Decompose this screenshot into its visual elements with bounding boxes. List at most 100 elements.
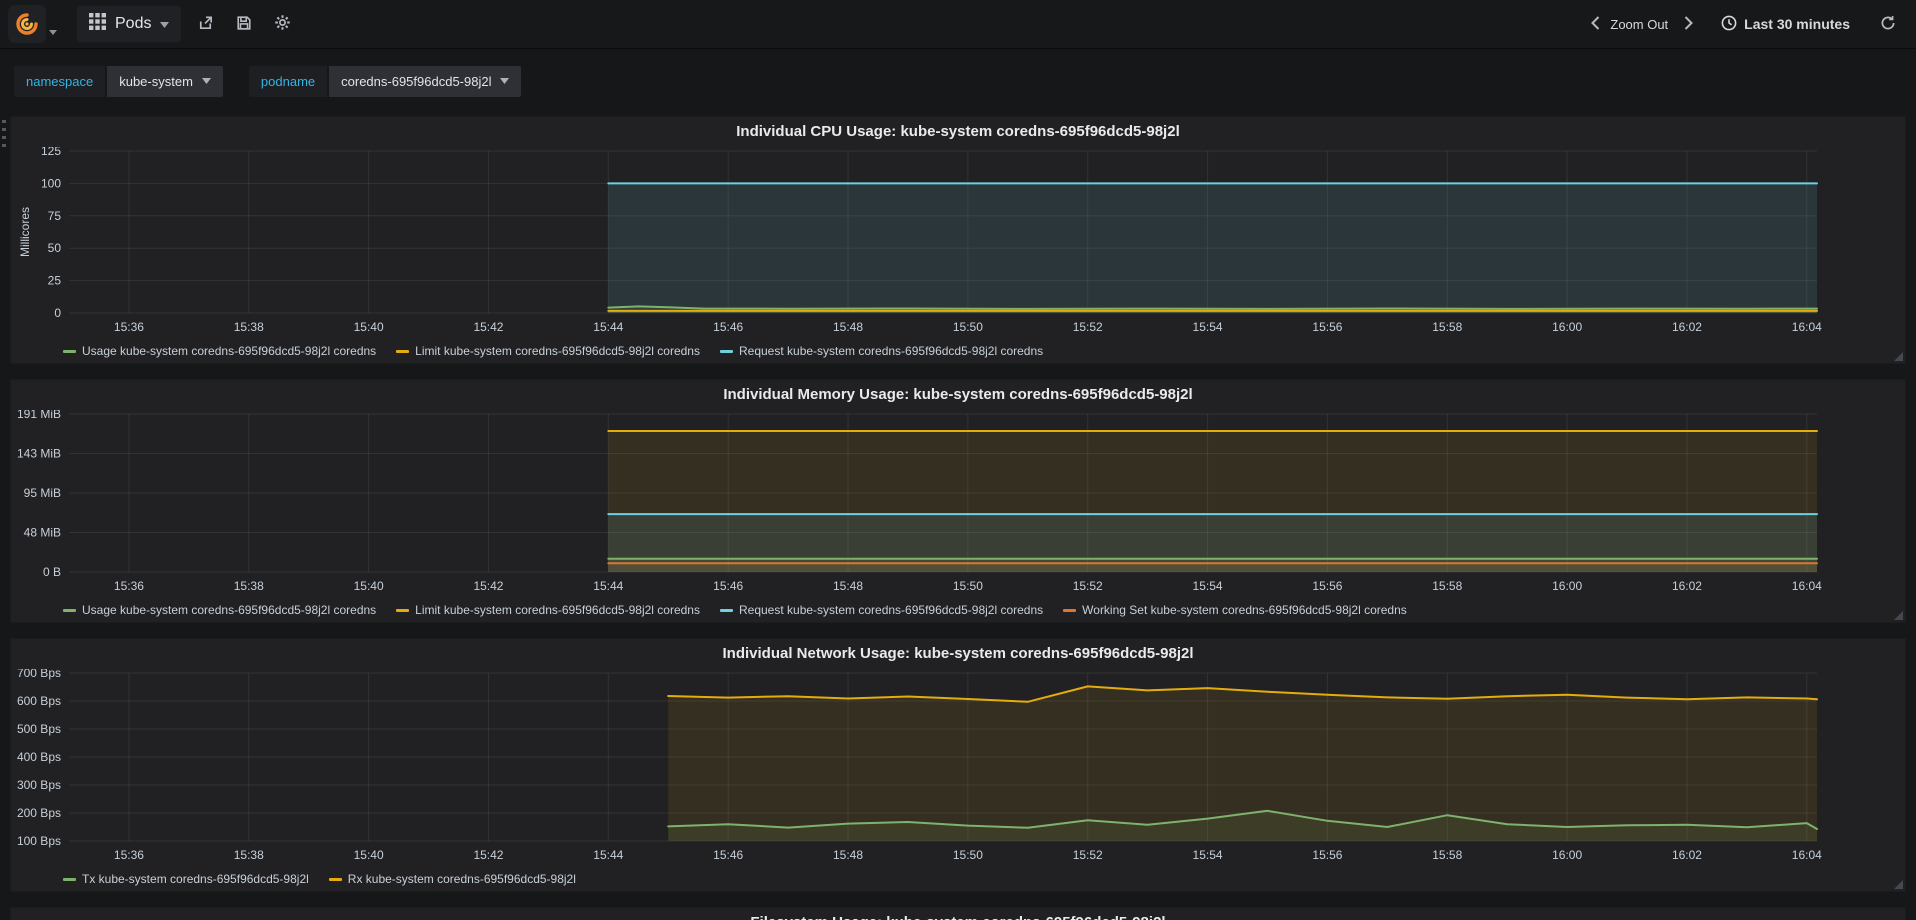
- time-range-picker[interactable]: Last 30 minutes: [1713, 9, 1858, 40]
- cpu-usage-chart[interactable]: 15:36 15:38 15:40 15:42 15:44 15:46 15:48 15:50…: [17, 147, 1889, 339]
- y-tick-label: 700 Bps: [17, 669, 61, 680]
- x-tick-label: 16:00: [1552, 848, 1582, 862]
- refresh-button[interactable]: [1874, 9, 1902, 40]
- x-tick-label: 15:56: [1312, 579, 1342, 593]
- legend-series-name: Usage kube-system coredns-695f96dcd5-98j…: [82, 603, 377, 617]
- refresh-icon: [1880, 15, 1896, 34]
- panel-title[interactable]: Individual CPU Usage: kube-system coredn…: [17, 117, 1899, 147]
- x-tick-label: 15:48: [833, 579, 863, 593]
- share-icon: [197, 14, 214, 34]
- legend-item[interactable]: Limit kube-system coredns-695f96dcd5-98j…: [396, 344, 700, 358]
- chart-legend: Usage kube-system coredns-695f96dcd5-98j…: [17, 339, 1899, 363]
- legend-series-swatch: [328, 877, 342, 881]
- legend-series-swatch: [719, 349, 733, 353]
- x-tick-label: 15:58: [1432, 320, 1462, 334]
- x-tick-label: 15:36: [114, 848, 144, 862]
- x-tick-label: 15:52: [1073, 848, 1103, 862]
- panel-title[interactable]: Individual Network Usage: kube-system co…: [17, 639, 1899, 669]
- legend-item[interactable]: Tx kube-system coredns-695f96dcd5-98j2l: [63, 872, 309, 886]
- y-tick-label: 0 B: [43, 565, 61, 579]
- y-tick-label: 100 Bps: [17, 834, 61, 848]
- x-tick-label: 15:58: [1432, 848, 1462, 862]
- legend-series-name: Rx kube-system coredns-695f96dcd5-98j2l: [347, 872, 576, 886]
- save-button[interactable]: [230, 9, 258, 40]
- panel-title[interactable]: Filesystem Usage: kube-system coredns-69…: [17, 908, 1899, 920]
- legend-item[interactable]: Request kube-system coredns-695f96dcd5-9…: [719, 603, 1043, 617]
- panel-title[interactable]: Individual Memory Usage: kube-system cor…: [17, 380, 1899, 410]
- x-tick-label: 15:40: [354, 579, 384, 593]
- chart-legend: Usage kube-system coredns-695f96dcd5-98j…: [17, 598, 1899, 622]
- chevron-down-icon: [160, 15, 170, 33]
- settings-button[interactable]: [268, 8, 297, 40]
- x-tick-label: 15:54: [1193, 848, 1223, 862]
- panel-resize-handle[interactable]: [1894, 880, 1903, 889]
- panel-resize-handle[interactable]: [1894, 352, 1903, 361]
- x-tick-label: 15:52: [1073, 320, 1103, 334]
- clock-icon: [1721, 15, 1737, 34]
- variable-namespace: namespace kube-system: [14, 65, 223, 97]
- x-tick-label: 15:50: [953, 579, 983, 593]
- dashboard-picker[interactable]: Pods: [77, 6, 182, 42]
- x-tick-label: 15:40: [354, 848, 384, 862]
- dashboard-grid-icon: [89, 13, 106, 35]
- series-fill: [668, 686, 1818, 841]
- panel-filesystem-usage: Filesystem Usage: kube-system coredns-69…: [10, 907, 1906, 920]
- y-tick-label: 48 MiB: [24, 526, 61, 540]
- navbar: Pods Zoom Out Last 30 minutes: [0, 0, 1916, 49]
- legend-series-swatch: [63, 608, 76, 612]
- variable-label: namespace: [14, 65, 106, 97]
- template-variables-bar: namespace kube-system podname coredns-69…: [0, 49, 1916, 113]
- y-tick-label: 25: [48, 274, 62, 288]
- variable-value-dropdown[interactable]: kube-system: [107, 65, 223, 97]
- chevron-left-icon: [1591, 15, 1600, 33]
- x-tick-label: 15:58: [1432, 579, 1462, 593]
- share-button[interactable]: [191, 8, 220, 40]
- y-tick-label: 400 Bps: [17, 750, 61, 764]
- x-tick-label: 15:46: [713, 320, 743, 334]
- legend-item[interactable]: Working Set kube-system coredns-695f96dc…: [1063, 603, 1407, 617]
- legend-item[interactable]: Request kube-system coredns-695f96dcd5-9…: [719, 344, 1043, 358]
- legend-item[interactable]: Rx kube-system coredns-695f96dcd5-98j2l: [328, 872, 576, 886]
- x-tick-label: 16:02: [1672, 320, 1702, 334]
- chevron-right-icon: [1684, 15, 1694, 33]
- grafana-logo[interactable]: [8, 5, 46, 43]
- legend-series-swatch: [1063, 608, 1077, 612]
- legend-item[interactable]: Usage kube-system coredns-695f96dcd5-98j…: [63, 344, 376, 358]
- legend-series-name: Usage kube-system coredns-695f96dcd5-98j…: [82, 344, 377, 358]
- legend-item[interactable]: Limit kube-system coredns-695f96dcd5-98j…: [396, 603, 700, 617]
- x-tick-label: 16:00: [1552, 320, 1582, 334]
- x-tick-label: 15:56: [1312, 848, 1342, 862]
- x-tick-label: 15:42: [473, 848, 503, 862]
- y-tick-label: 600 Bps: [17, 694, 61, 708]
- x-tick-label: 15:54: [1193, 579, 1223, 593]
- y-tick-label: 143 MiB: [17, 447, 61, 461]
- gear-icon: [274, 14, 291, 34]
- row-drag-handle[interactable]: [2, 120, 6, 148]
- variable-value-dropdown[interactable]: coredns-695f96dcd5-98j2l: [329, 65, 522, 97]
- x-tick-label: 15:44: [593, 848, 623, 862]
- y-tick-label: 125: [41, 147, 61, 158]
- panel-resize-handle[interactable]: [1894, 611, 1903, 620]
- legend-series-swatch: [396, 608, 410, 612]
- zoom-out-button[interactable]: Zoom Out: [1606, 11, 1672, 38]
- y-tick-label: 0: [54, 306, 61, 320]
- x-tick-label: 15:54: [1193, 320, 1223, 334]
- legend-item[interactable]: Usage kube-system coredns-695f96dcd5-98j…: [63, 603, 376, 617]
- legend-series-name: Working Set kube-system coredns-695f96dc…: [1082, 603, 1407, 617]
- y-tick-label: 191 MiB: [17, 410, 61, 421]
- x-tick-label: 16:00: [1552, 579, 1582, 593]
- y-tick-label: 75: [48, 209, 62, 223]
- y-tick-label: 500 Bps: [17, 722, 61, 736]
- memory-usage-chart[interactable]: 15:36 15:38 15:40 15:42 15:44 15:46 15:48 15:50…: [17, 410, 1889, 598]
- legend-series-swatch: [63, 349, 76, 353]
- network-usage-chart[interactable]: 15:36 15:38 15:40 15:42 15:44 15:46 15:48 15:50…: [17, 669, 1889, 867]
- time-forward-button[interactable]: [1678, 10, 1699, 39]
- x-tick-label: 16:02: [1672, 579, 1702, 593]
- chevron-down-icon[interactable]: [49, 22, 57, 40]
- panel-cpu-usage: Individual CPU Usage: kube-system coredn…: [10, 116, 1906, 364]
- chart-legend: Tx kube-system coredns-695f96dcd5-98j2l R…: [17, 867, 1899, 891]
- x-tick-label: 15:40: [354, 320, 384, 334]
- time-range-label: Last 30 minutes: [1744, 16, 1850, 32]
- x-tick-label: 15:46: [713, 579, 743, 593]
- time-back-button[interactable]: [1585, 10, 1606, 39]
